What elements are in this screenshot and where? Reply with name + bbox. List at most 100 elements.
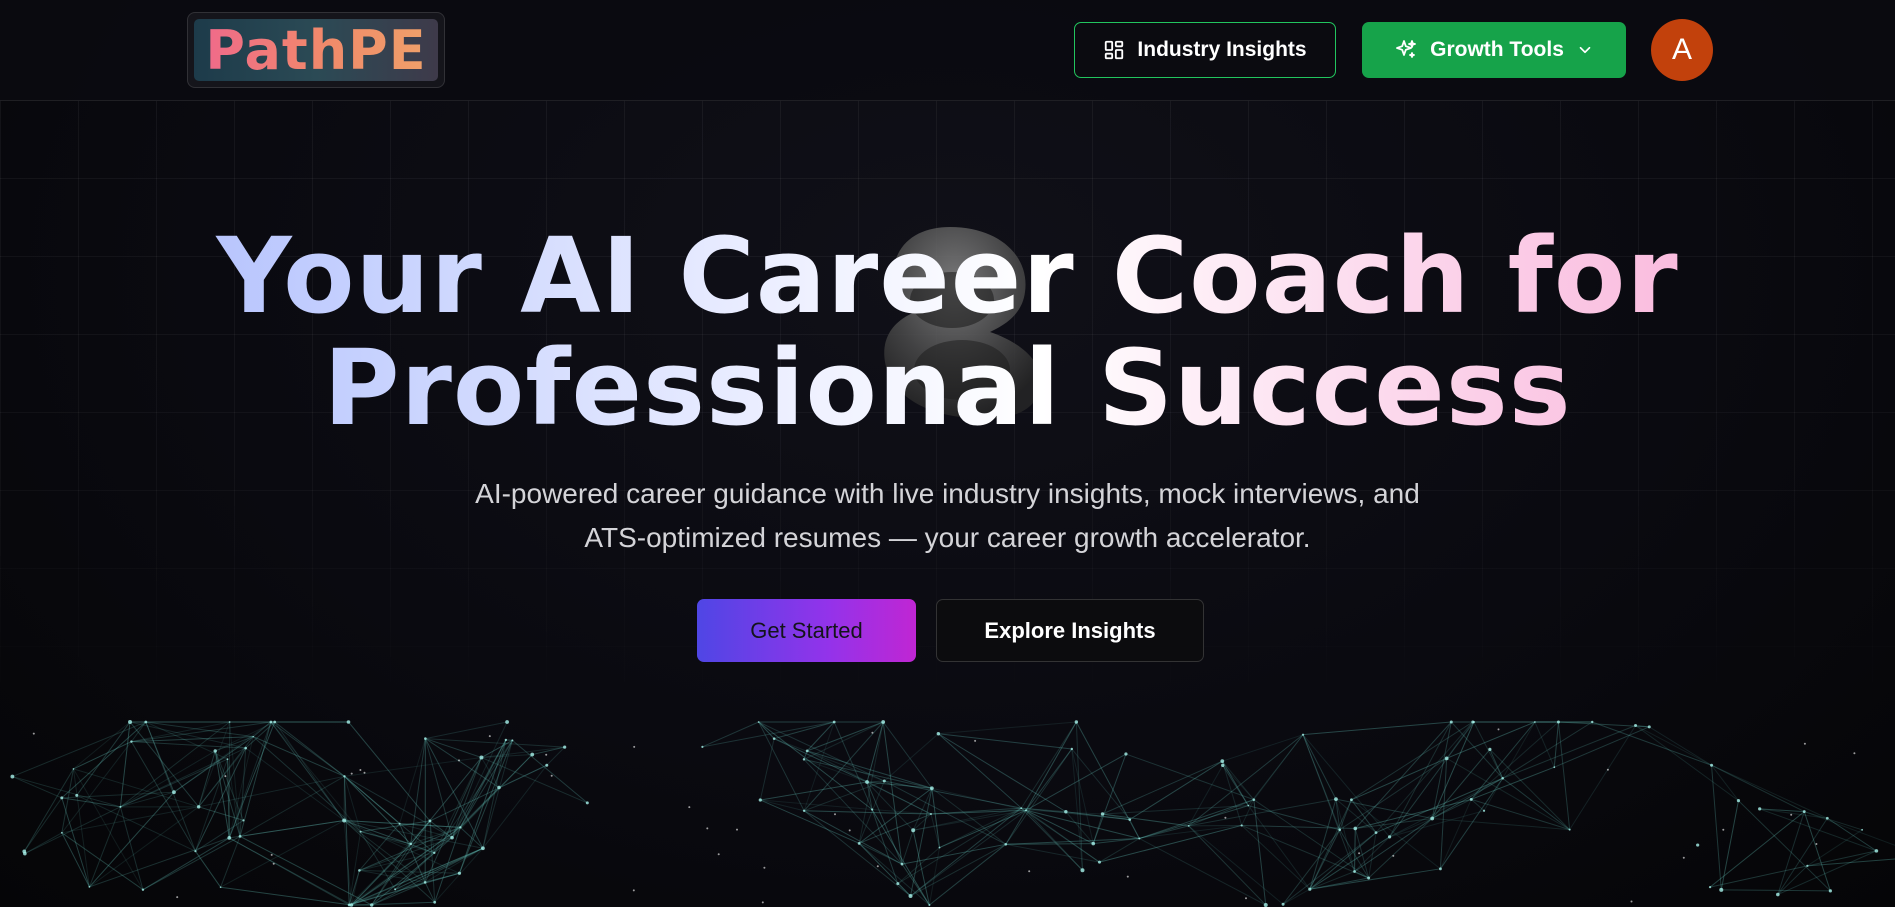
network-link — [1502, 721, 1536, 779]
network-node — [908, 893, 913, 898]
network-node — [1634, 723, 1638, 727]
star-dot — [1790, 813, 1793, 816]
network-link — [220, 836, 241, 888]
network-link — [343, 776, 350, 906]
network-link — [1354, 836, 1390, 872]
network-link — [1282, 888, 1311, 905]
network-link — [1139, 838, 1266, 906]
network-node — [228, 721, 231, 723]
network-node — [1553, 766, 1556, 769]
network-link — [1129, 819, 1140, 839]
network-link — [1071, 748, 1083, 871]
logo[interactable]: PathPE — [187, 12, 445, 88]
network-node — [511, 739, 514, 742]
network-link — [1635, 725, 1739, 802]
network-link — [220, 886, 352, 906]
network-link — [351, 901, 435, 906]
particle-network-background — [10, 720, 1895, 907]
network-link — [803, 810, 903, 865]
star-dot — [871, 731, 874, 734]
star-dot — [1126, 875, 1129, 878]
sparkles-icon — [1394, 38, 1418, 62]
star-dot — [458, 759, 460, 762]
network-node — [896, 882, 900, 886]
network-node — [1301, 733, 1305, 736]
network-node — [370, 903, 374, 907]
hero-subtitle: AI-powered career guidance with live ind… — [0, 472, 1895, 560]
network-link — [229, 837, 352, 906]
get-started-button[interactable]: Get Started — [697, 599, 916, 662]
network-link — [433, 757, 482, 854]
network-node — [130, 740, 133, 743]
star-dot — [1630, 900, 1633, 903]
network-node — [1861, 828, 1864, 831]
industry-insights-button[interactable]: Industry Insights — [1074, 22, 1336, 78]
network-node — [1004, 843, 1008, 846]
star-dot — [545, 753, 548, 756]
network-link — [702, 721, 759, 748]
network-node — [1719, 887, 1724, 892]
star-dot — [736, 828, 738, 831]
star-dot — [974, 739, 977, 742]
network-link — [1188, 765, 1224, 827]
network-node — [196, 805, 201, 809]
star-dot — [761, 901, 764, 904]
network-link — [239, 775, 345, 837]
network-link — [1473, 721, 1504, 779]
network-node — [545, 763, 549, 767]
network-node — [1220, 759, 1225, 764]
network-link — [1720, 800, 1739, 890]
grid-dashboard-icon — [1103, 39, 1125, 61]
star-dot — [1682, 856, 1685, 859]
network-node — [938, 846, 941, 849]
network-node — [1825, 816, 1829, 820]
chevron-down-icon — [1576, 41, 1594, 59]
network-link — [1389, 810, 1485, 838]
star-dot — [176, 896, 179, 899]
network-link — [1071, 748, 1131, 820]
network-link — [1375, 721, 1474, 833]
network-node — [1471, 720, 1475, 724]
network-node — [423, 881, 427, 884]
network-node — [1591, 720, 1594, 724]
growth-tools-dropdown[interactable]: Growth Tools — [1362, 22, 1626, 78]
network-link — [458, 740, 513, 874]
star-dot — [876, 865, 879, 868]
network-link — [1302, 734, 1341, 830]
logo-badge: PathPE — [194, 19, 438, 82]
network-link — [1711, 764, 1805, 813]
network-link — [344, 775, 400, 825]
network-node — [928, 904, 931, 906]
network-node — [141, 888, 145, 891]
network-node — [563, 745, 567, 749]
network-node — [242, 819, 245, 822]
network-link — [1025, 721, 1077, 811]
network-link — [928, 847, 940, 906]
network-link — [1102, 813, 1189, 827]
user-avatar[interactable]: A — [1651, 19, 1713, 81]
network-node — [1187, 824, 1190, 827]
network-link — [1351, 721, 1474, 801]
star-dot — [1497, 728, 1500, 731]
network-link — [239, 835, 372, 906]
network-node — [1338, 828, 1342, 832]
network-node — [832, 720, 836, 724]
network-node — [10, 774, 15, 779]
network-node — [1138, 837, 1141, 840]
star-dot — [632, 889, 635, 892]
network-node — [424, 737, 427, 740]
network-node — [881, 720, 886, 724]
network-node — [394, 888, 397, 891]
network-link — [1354, 828, 1356, 872]
network-node — [1568, 828, 1571, 831]
star-dot — [1392, 854, 1395, 857]
network-node — [1080, 868, 1085, 873]
network-node — [1334, 797, 1338, 802]
explore-insights-button[interactable]: Explore Insights — [936, 599, 1204, 662]
network-node — [757, 721, 760, 723]
star-dot — [1803, 742, 1806, 745]
network-node — [1449, 720, 1453, 724]
network-node — [1100, 812, 1105, 816]
network-node — [1097, 860, 1101, 864]
network-link — [912, 788, 933, 831]
